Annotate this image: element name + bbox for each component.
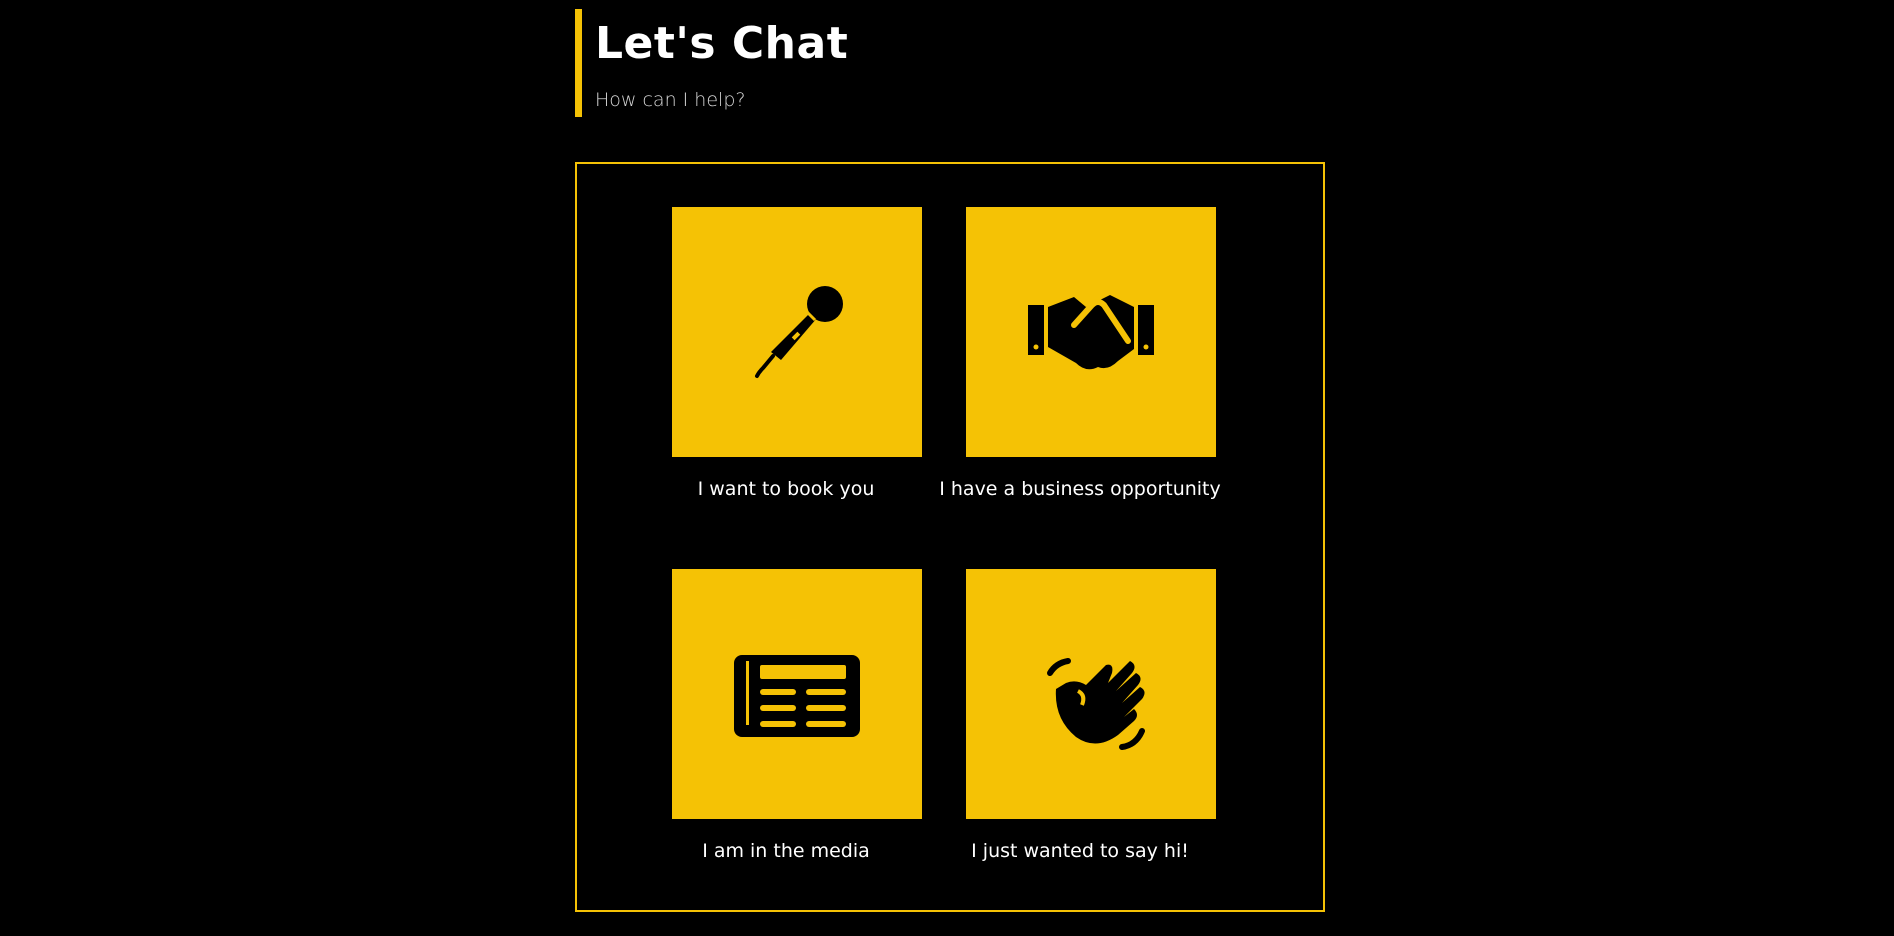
- option-label: I have a business opportunity: [939, 478, 1221, 500]
- option-in-the-media[interactable]: I am in the media: [636, 569, 936, 863]
- newspaper-icon: [732, 649, 862, 739]
- option-tile[interactable]: [672, 569, 922, 819]
- options-panel: I want to book you I have a business opp…: [575, 162, 1325, 912]
- microphone-icon: [737, 272, 857, 392]
- option-label: I just wanted to say hi!: [971, 840, 1189, 862]
- option-say-hi[interactable]: I just wanted to say hi!: [930, 569, 1230, 863]
- option-tile[interactable]: [966, 207, 1216, 457]
- handshake-icon: [1026, 287, 1156, 377]
- option-book-you[interactable]: I want to book you: [636, 207, 936, 501]
- option-label: I want to book you: [697, 478, 875, 500]
- waving-hand-icon: [1026, 629, 1156, 759]
- page-title: Let's Chat: [595, 18, 849, 69]
- page-header: Let's Chat How can I help?: [575, 9, 848, 117]
- option-label: I am in the media: [702, 840, 870, 862]
- option-business-opportunity[interactable]: I have a business opportunity: [930, 207, 1230, 501]
- page-subtitle: How can I help?: [595, 89, 746, 111]
- option-tile[interactable]: [966, 569, 1216, 819]
- option-tile[interactable]: [672, 207, 922, 457]
